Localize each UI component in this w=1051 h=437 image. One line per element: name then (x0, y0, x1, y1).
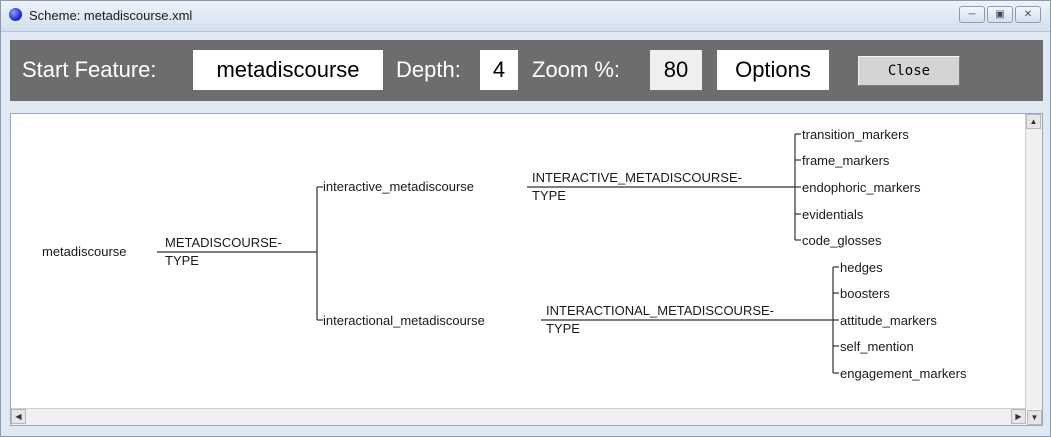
horizontal-scrollbar[interactable]: ◀ ▶ (11, 408, 1026, 425)
root-feature[interactable]: metadiscourse (42, 244, 127, 259)
scheme-canvas[interactable]: metadiscourse METADISCOURSE- TYPE intera… (10, 113, 1043, 426)
depth-label: Depth: (396, 57, 461, 82)
zoom-label: Zoom %: (532, 57, 621, 82)
scroll-up-icon[interactable]: ▲ (1026, 114, 1041, 129)
minimize-button[interactable]: ─ (959, 6, 985, 23)
options-button[interactable]: Options (717, 50, 829, 90)
branch-type-line1: INTERACTIONAL_METADISCOURSE- (546, 303, 774, 318)
leaf-feature[interactable]: transition_markers (802, 127, 909, 142)
zoom-input[interactable]: 80 (650, 50, 702, 90)
leaf-feature[interactable]: attitude_markers (840, 313, 937, 328)
root-type-line2: TYPE (165, 253, 199, 268)
start-feature-input[interactable]: metadiscourse (193, 50, 383, 90)
start-feature-label: Start Feature: (22, 57, 157, 82)
maximize-icon: ▣ (995, 9, 1005, 20)
close-window-button[interactable]: ✕ (1015, 6, 1041, 23)
scroll-down-icon[interactable]: ▼ (1027, 410, 1042, 425)
scroll-left-icon[interactable]: ◀ (11, 409, 26, 424)
scheme-toolbar: Start Feature: metadiscourse Depth: 4 Zo… (10, 40, 1043, 101)
leaf-feature[interactable]: hedges (840, 260, 883, 275)
scheme-tree: metadiscourse METADISCOURSE- TYPE intera… (42, 127, 967, 381)
leaf-feature[interactable]: code_glosses (802, 233, 882, 248)
leaf-feature[interactable]: evidentials (802, 207, 864, 222)
branch-type-line2: TYPE (546, 321, 580, 336)
branch-feature-interactional[interactable]: interactional_metadiscourse (323, 313, 485, 328)
minimize-icon: ─ (968, 9, 976, 20)
leaf-feature[interactable]: endophoric_markers (802, 180, 921, 195)
vertical-scrollbar[interactable]: ▲ (1025, 114, 1042, 409)
close-icon: ✕ (1023, 9, 1033, 20)
scroll-right-icon[interactable]: ▶ (1011, 409, 1026, 424)
leaf-feature[interactable]: self_mention (840, 339, 914, 354)
close-button[interactable]: Close (858, 56, 960, 86)
app-circle-icon (9, 8, 22, 21)
depth-input[interactable]: 4 (480, 50, 518, 90)
leaf-feature[interactable]: boosters (840, 286, 890, 301)
root-type-line1: METADISCOURSE- (165, 235, 282, 250)
branch-type-line2: TYPE (532, 188, 566, 203)
leaf-feature[interactable]: engagement_markers (840, 366, 967, 381)
app-window: Scheme: metadiscourse.xml ─ ▣ ✕ Start Fe… (0, 0, 1051, 437)
leaf-feature[interactable]: frame_markers (802, 153, 890, 168)
branch-feature-interactive[interactable]: interactive_metadiscourse (323, 179, 474, 194)
maximize-button[interactable]: ▣ (987, 6, 1013, 23)
branch-type-line1: INTERACTIVE_METADISCOURSE- (532, 170, 742, 185)
title-bar[interactable]: Scheme: metadiscourse.xml ─ ▣ ✕ (1, 1, 1050, 32)
window-title: Scheme: metadiscourse.xml (29, 8, 193, 23)
